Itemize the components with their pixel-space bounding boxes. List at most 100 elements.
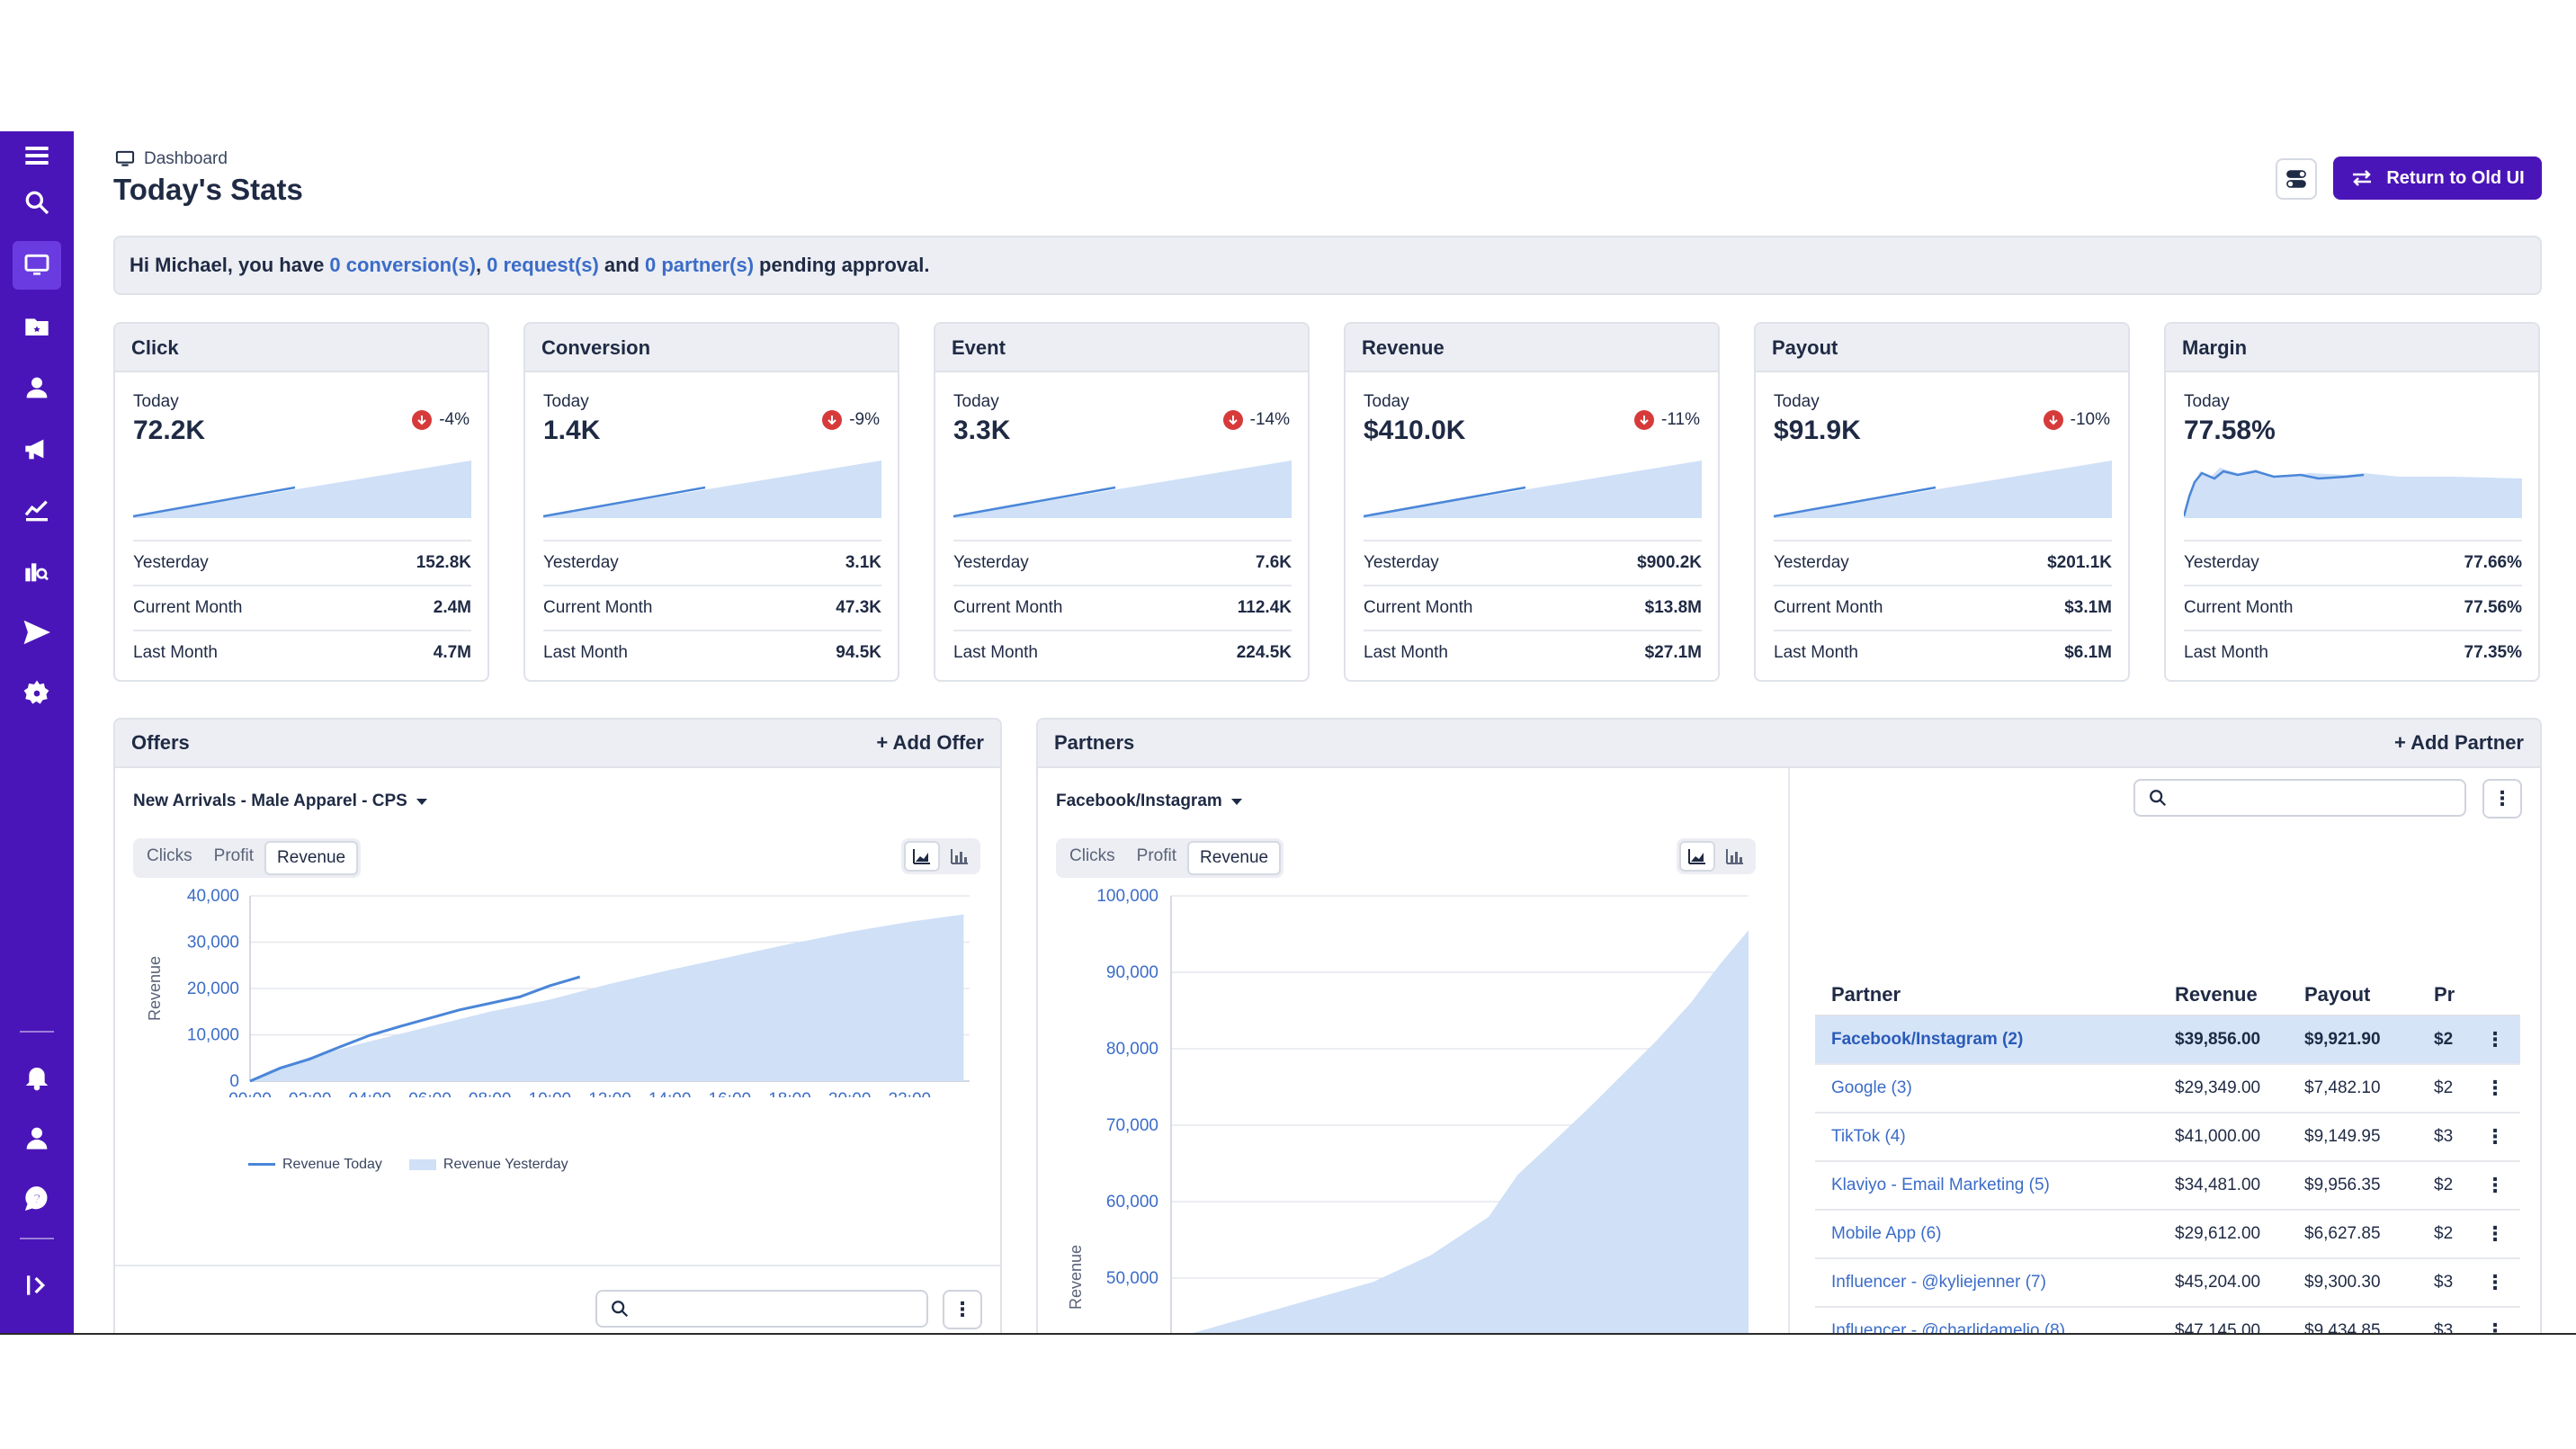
reports-chart-icon[interactable]: [13, 486, 61, 534]
partner-name-link[interactable]: TikTok (4): [1815, 1127, 2175, 1147]
legend-item-yesterday[interactable]: Revenue Yesterday: [408, 1157, 568, 1173]
expand-sidebar-icon[interactable]: [13, 1261, 61, 1310]
partners-icon[interactable]: [13, 363, 61, 412]
row-menu-icon[interactable]: ⋮: [2470, 1174, 2520, 1197]
add-partner-button[interactable]: + Add Partner: [2394, 731, 2524, 755]
requests-link[interactable]: 0 request(s): [487, 254, 599, 277]
analytics-search-icon[interactable]: [13, 547, 61, 595]
stat-row-value: 7.6K: [1255, 553, 1292, 572]
search-icon: [2150, 790, 2167, 807]
add-offer-button[interactable]: + Add Offer: [876, 731, 984, 755]
partner-name-link[interactable]: Influencer - @charlidamelio (8): [1815, 1321, 2175, 1333]
offer-select[interactable]: New Arrivals - Male Apparel - CPS: [133, 792, 427, 811]
table-row[interactable]: Influencer - @kyliejenner (7) $45,204.00 $…: [1815, 1259, 2520, 1308]
row-menu-icon[interactable]: ⋮: [2470, 1222, 2520, 1246]
column-header-partner[interactable]: Partner: [1815, 983, 2175, 1006]
table-row[interactable]: TikTok (4) $41,000.00 $9,149.95 $3 ⋮: [1815, 1114, 2520, 1162]
sparkline-area: [543, 461, 881, 518]
partners-metric-tabs: Clicks Profit Revenue: [1056, 838, 1284, 878]
settings-gear-icon[interactable]: [13, 669, 61, 718]
partner-name-link[interactable]: Facebook/Instagram (2): [1815, 1030, 2175, 1050]
stat-today-value: 77.58%: [2184, 416, 2276, 445]
stat-card-revenue: Revenue Today $410.0K -11% Yesterday $900.2K C…: [1344, 322, 1720, 682]
row-menu-icon[interactable]: ⋮: [2470, 1077, 2520, 1100]
partner-payout: $9,149.95: [2304, 1127, 2381, 1146]
bell-icon[interactable]: [13, 1052, 61, 1101]
sparkline: [953, 461, 1292, 518]
partner-revenue: $29,349.00: [2175, 1078, 2261, 1097]
pending-approval-alert: Hi Michael, you have 0 conversion(s) , 0…: [113, 236, 2542, 295]
column-header-revenue[interactable]: Revenue: [2175, 983, 2304, 1006]
breadcrumb: Dashboard: [115, 149, 228, 169]
stat-today-label: Today: [953, 392, 999, 411]
stat-row-value: 47.3K: [836, 598, 881, 617]
conversions-link[interactable]: 0 conversion(s): [329, 254, 476, 277]
stat-row-value: 4.7M: [433, 643, 471, 662]
partner-name-link[interactable]: Google (3): [1815, 1078, 2175, 1098]
column-header-payout[interactable]: Payout: [2304, 983, 2434, 1006]
row-menu-icon[interactable]: ⋮: [2470, 1319, 2520, 1333]
partner-name-link[interactable]: Klaviyo - Email Marketing (5): [1815, 1176, 2175, 1195]
row-menu-icon[interactable]: ⋮: [2470, 1028, 2520, 1051]
partner-name-link[interactable]: Mobile App (6): [1815, 1224, 2175, 1244]
stat-row-label: Current Month: [1364, 598, 1473, 617]
stat-row: Current Month 2.4M: [133, 585, 471, 630]
row-menu-icon[interactable]: ⋮: [2470, 1125, 2520, 1149]
help-icon[interactable]: ?: [13, 1175, 61, 1223]
offers-search-input[interactable]: [595, 1290, 928, 1328]
stat-card-event: Event Today 3.3K -14% Yesterday 7.6K Current M…: [934, 322, 1310, 682]
table-row[interactable]: Google (3) $29,349.00 $7,482.10 $2 ⋮: [1815, 1065, 2520, 1114]
table-row[interactable]: Facebook/Instagram (2) $39,856.00 $9,921.9…: [1815, 1016, 2520, 1065]
partners-link[interactable]: 0 partner(s): [645, 254, 754, 277]
partner-select[interactable]: Facebook/Instagram: [1056, 792, 1242, 811]
x-tick-label: 18:00: [768, 1090, 811, 1097]
return-to-old-ui-button[interactable]: Return to Old UI: [2333, 157, 2542, 200]
table-row[interactable]: Mobile App (6) $29,612.00 $6,627.85 $2 ⋮: [1815, 1211, 2520, 1259]
tab-profit[interactable]: Profit: [203, 841, 264, 875]
layout-toggle-button[interactable]: [2276, 158, 2317, 200]
table-row[interactable]: Influencer - @charlidamelio (8) $47,145.0…: [1815, 1308, 2520, 1333]
y-axis-title: Revenue: [1067, 1245, 1085, 1310]
partner-revenue: $41,000.00: [2175, 1127, 2261, 1146]
offers-folder-icon[interactable]: [13, 302, 61, 351]
area-chart-icon[interactable]: [904, 841, 940, 872]
tab-profit[interactable]: Profit: [1126, 841, 1187, 875]
offers-revenue-chart: 40,000 30,000 20,000 10,000 000:00 02:00 04:00…: [146, 887, 970, 1097]
user-icon[interactable]: [13, 1114, 61, 1162]
partners-more-options-button[interactable]: ⋮: [2482, 779, 2522, 818]
arrow-down-circle-icon: [1634, 410, 1655, 430]
breadcrumb-label[interactable]: Dashboard: [144, 149, 228, 169]
sparkline-area: [133, 461, 471, 518]
search-icon[interactable]: [13, 178, 61, 227]
dashboard-icon[interactable]: [13, 241, 61, 290]
tab-clicks[interactable]: Clicks: [1059, 841, 1126, 875]
row-menu-icon[interactable]: ⋮: [2470, 1271, 2520, 1294]
stat-row-value: $6.1M: [2064, 643, 2112, 662]
megaphone-icon[interactable]: [13, 425, 61, 473]
offers-more-options-button[interactable]: ⋮: [943, 1290, 982, 1329]
offers-panel-header: Offers + Add Offer: [115, 720, 1000, 768]
y-tick-label: 30,000: [187, 934, 239, 953]
send-icon[interactable]: [13, 608, 61, 657]
stat-row-label: Last Month: [133, 643, 218, 662]
menu-icon[interactable]: [13, 131, 61, 180]
stat-delta-value: -11%: [1661, 410, 1700, 429]
area-chart-icon[interactable]: [1679, 841, 1715, 872]
tab-revenue[interactable]: Revenue: [1187, 841, 1282, 875]
partners-search-input[interactable]: [2133, 779, 2466, 817]
stat-row-label: Yesterday: [953, 553, 1029, 572]
stat-today-value: 72.2K: [133, 416, 206, 445]
return-to-old-ui-label: Return to Old UI: [2386, 167, 2525, 188]
bar-chart-icon[interactable]: [1717, 841, 1753, 872]
stat-today-value: $91.9K: [1774, 416, 1861, 445]
partner-name-link[interactable]: Influencer - @kyliejenner (7): [1815, 1273, 2175, 1292]
bar-chart-icon[interactable]: [942, 841, 978, 872]
column-header-profit[interactable]: Pr: [2434, 983, 2470, 1006]
stat-row: Yesterday 77.66%: [2184, 540, 2522, 585]
stat-row-label: Current Month: [133, 598, 243, 617]
table-row[interactable]: Klaviyo - Email Marketing (5) $34,481.00 $…: [1815, 1162, 2520, 1211]
legend-item-today[interactable]: Revenue Today: [248, 1157, 382, 1173]
stat-row-value: 112.4K: [1237, 598, 1292, 617]
tab-clicks[interactable]: Clicks: [136, 841, 203, 875]
tab-revenue[interactable]: Revenue: [264, 841, 359, 875]
